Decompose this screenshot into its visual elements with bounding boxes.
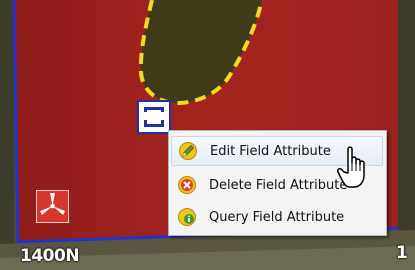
menu-item-label: Edit Field Attribute	[210, 143, 331, 159]
road-label-right: 1	[396, 243, 408, 263]
menu-item-label: Query Field Attribute	[209, 209, 345, 225]
windmill-icon[interactable]	[36, 190, 69, 223]
menu-item-label: Delete Field Attribute	[209, 177, 348, 193]
pencil-edit-icon	[179, 142, 197, 160]
info-query-icon	[178, 208, 196, 226]
menu-item-query-field-attribute[interactable]: Query Field Attribute	[171, 202, 383, 232]
hand-pointer-cursor	[337, 146, 365, 188]
selection-square-icon[interactable]	[137, 100, 171, 134]
road-label-left: 1400N	[20, 246, 80, 266]
delete-x-icon	[178, 176, 196, 194]
